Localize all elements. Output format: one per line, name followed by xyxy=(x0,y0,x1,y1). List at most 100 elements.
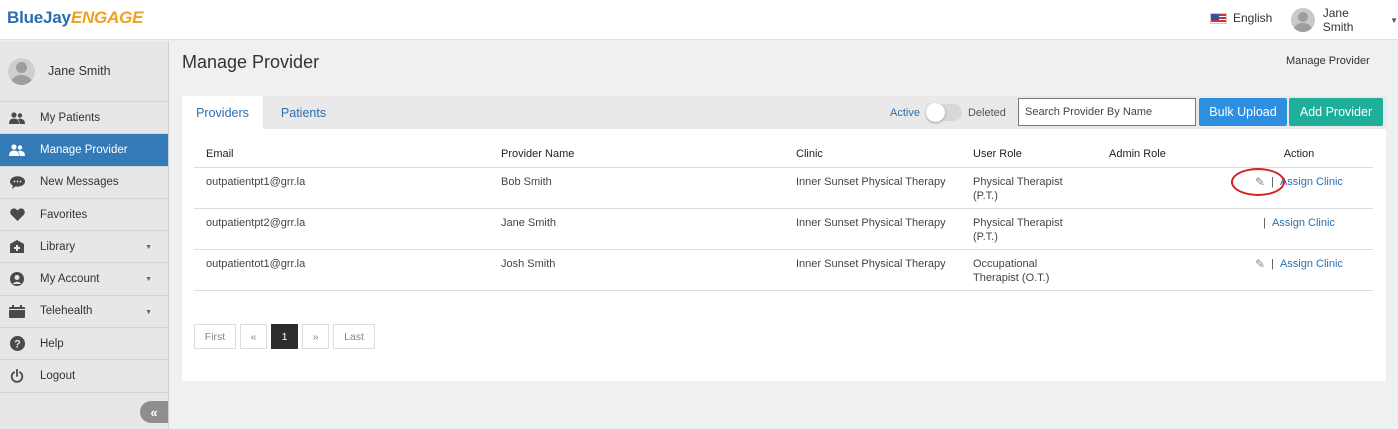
sidebar-item-my-patients[interactable]: My Patients xyxy=(0,102,168,135)
cell-action: ✎ | Assign Clinic xyxy=(1225,249,1373,291)
cell-action: ✎ | Assign Clinic xyxy=(1225,167,1373,209)
app-logo[interactable]: BlueJayENGAGE xyxy=(7,8,143,28)
cell-clinic: Inner Sunset Physical Therapy xyxy=(784,167,961,209)
tab-providers[interactable]: Providers xyxy=(182,96,263,129)
cell-admin-role xyxy=(1097,167,1225,209)
action-separator: | xyxy=(1271,257,1274,270)
role-line-1: Occupational xyxy=(973,257,1038,270)
language-selector[interactable]: English xyxy=(1210,11,1272,25)
sidebar-item-my-account[interactable]: My Account ▼ xyxy=(0,263,168,296)
table-row: outpatientot1@grr.la Josh Smith Inner Su… xyxy=(194,249,1373,291)
user-menu[interactable]: Jane Smith ▼ xyxy=(1291,6,1398,34)
message-icon xyxy=(9,175,25,189)
chevron-down-icon: ▼ xyxy=(145,276,152,284)
sidebar-item-label: Help xyxy=(40,337,64,350)
account-icon xyxy=(9,272,25,287)
pencil-icon[interactable]: ✎ xyxy=(1255,257,1265,271)
sidebar-item-label: Telehealth xyxy=(40,305,93,318)
search-provider-input[interactable] xyxy=(1018,98,1196,126)
cell-clinic: Inner Sunset Physical Therapy xyxy=(784,208,961,250)
row-actions: | Assign Clinic xyxy=(1263,216,1335,230)
logo-text-engage: ENGAGE xyxy=(70,8,144,27)
page-next-button[interactable]: » xyxy=(302,324,329,349)
cell-clinic: Inner Sunset Physical Therapy xyxy=(784,249,961,291)
collapse-sidebar-button[interactable]: « xyxy=(140,401,168,423)
heart-icon xyxy=(9,208,25,222)
svg-text:?: ? xyxy=(14,339,21,351)
sidebar-item-label: Logout xyxy=(40,370,76,383)
cell-email: outpatientpt1@grr.la xyxy=(194,167,489,209)
library-icon xyxy=(9,240,25,254)
page-prev-button[interactable]: « xyxy=(240,324,267,349)
toggle-knob xyxy=(925,103,945,122)
tab-patients[interactable]: Patients xyxy=(263,96,344,129)
page-current-button[interactable]: 1 xyxy=(271,324,298,349)
cell-user-role: Occupational Therapist (O.T.) xyxy=(961,249,1097,291)
pagination: First « 1 » Last xyxy=(194,324,375,349)
page-title: Manage Provider xyxy=(182,52,320,72)
row-actions: ✎ | Assign Clinic xyxy=(1255,257,1343,271)
assign-clinic-link[interactable]: Assign Clinic xyxy=(1280,257,1343,271)
sidebar-profile: Jane Smith xyxy=(0,41,168,102)
sidebar-profile-name: Jane Smith xyxy=(48,64,111,78)
action-separator: | xyxy=(1263,216,1266,229)
table-header-row: Email Provider Name Clinic User Role Adm… xyxy=(194,142,1373,168)
sidebar-item-logout[interactable]: Logout xyxy=(0,360,168,393)
add-provider-button[interactable]: Add Provider xyxy=(1289,98,1383,126)
role-line-2: (P.T.) xyxy=(973,189,998,202)
sidebar-item-favorites[interactable]: Favorites xyxy=(0,199,168,232)
cell-provider-name: Jane Smith xyxy=(489,208,784,250)
toggle-deleted-label: Deleted xyxy=(967,106,1006,119)
sidebar-item-telehealth[interactable]: Telehealth ▼ xyxy=(0,296,168,329)
column-header-action: Action xyxy=(1225,142,1373,168)
column-header-provider-name: Provider Name xyxy=(489,142,784,168)
column-header-user-role: User Role xyxy=(961,142,1097,168)
avatar xyxy=(1291,8,1315,32)
sidebar-item-library[interactable]: Library ▼ xyxy=(0,231,168,264)
role-line-2: Therapist (O.T.) xyxy=(973,271,1050,284)
page-first-button[interactable]: First xyxy=(194,324,236,349)
cell-action: | Assign Clinic xyxy=(1225,208,1373,250)
column-header-clinic: Clinic xyxy=(784,142,961,168)
column-header-admin-role: Admin Role xyxy=(1097,142,1225,168)
power-icon xyxy=(9,369,25,383)
cell-admin-role xyxy=(1097,249,1225,291)
sidebar-item-label: My Patients xyxy=(40,111,101,124)
top-bar: BlueJayENGAGE English Jane Smith ▼ xyxy=(0,0,1398,40)
sidebar-item-label: New Messages xyxy=(40,176,119,189)
sidebar-item-label: Manage Provider xyxy=(40,143,128,156)
patients-icon xyxy=(9,111,25,125)
provider-panel: Providers Patients Active Deleted Bulk U… xyxy=(182,96,1386,381)
role-line-2: (P.T.) xyxy=(973,230,998,243)
language-label: English xyxy=(1233,11,1273,25)
table-row: outpatientpt1@grr.la Bob Smith Inner Sun… xyxy=(194,167,1373,209)
sidebar-item-label: My Account xyxy=(40,273,100,286)
sidebar-item-manage-provider[interactable]: Manage Provider xyxy=(0,134,168,167)
toggle-active-label: Active xyxy=(890,106,920,119)
page-last-button[interactable]: Last xyxy=(333,324,375,349)
logo-text-bluejay: BlueJay xyxy=(7,8,71,27)
assign-clinic-link[interactable]: Assign Clinic xyxy=(1272,216,1335,230)
chevron-down-icon: ▼ xyxy=(145,308,152,316)
tab-bar: Providers Patients Active Deleted Bulk U… xyxy=(182,96,1386,129)
row-actions: ✎ | Assign Clinic xyxy=(1231,167,1343,196)
bulk-upload-button[interactable]: Bulk Upload xyxy=(1199,98,1287,126)
chevron-down-icon: ▼ xyxy=(145,244,152,252)
assign-clinic-link[interactable]: Assign Clinic xyxy=(1280,175,1343,189)
status-toggle-group: Active Deleted xyxy=(890,103,1006,122)
cell-email: outpatientpt2@grr.la xyxy=(194,208,489,250)
avatar xyxy=(8,57,35,85)
sidebar-item-help[interactable]: ? Help xyxy=(0,328,168,361)
breadcrumb: Manage Provider xyxy=(1286,55,1370,67)
user-name: Jane Smith xyxy=(1322,6,1354,34)
role-line-1: Physical Therapist xyxy=(973,175,1063,188)
provider-icon xyxy=(9,143,25,157)
cell-provider-name: Josh Smith xyxy=(489,249,784,291)
cell-admin-role xyxy=(1097,208,1225,250)
sidebar-item-new-messages[interactable]: New Messages xyxy=(0,167,168,199)
sidebar: Jane Smith My Patients Manage Provider N… xyxy=(0,41,169,429)
sidebar-item-label: Favorites xyxy=(40,208,88,221)
telehealth-icon xyxy=(9,304,25,318)
status-toggle[interactable] xyxy=(925,103,962,122)
column-header-email: Email xyxy=(194,142,489,168)
